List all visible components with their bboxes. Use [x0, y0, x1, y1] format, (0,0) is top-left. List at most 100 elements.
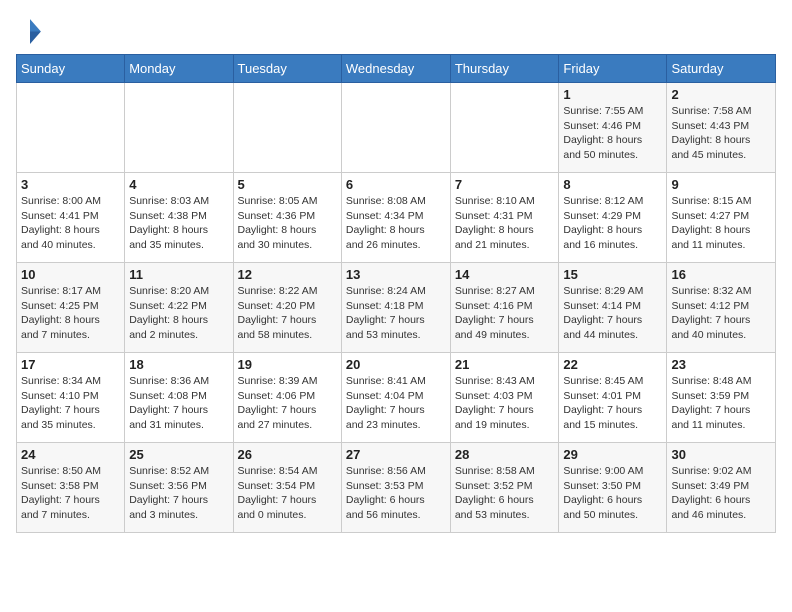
- calendar-cell: 6 Sunrise: 8:08 AM Sunset: 4:34 PM Daylig…: [341, 173, 450, 263]
- day-number: 9: [671, 177, 771, 192]
- day-info: Sunrise: 8:24 AM Sunset: 4:18 PM Dayligh…: [346, 284, 446, 343]
- day-info: Sunrise: 8:29 AM Sunset: 4:14 PM Dayligh…: [563, 284, 662, 343]
- day-number: 3: [21, 177, 120, 192]
- day-info: Sunrise: 8:34 AM Sunset: 4:10 PM Dayligh…: [21, 374, 120, 433]
- calendar-cell: 19 Sunrise: 8:39 AM Sunset: 4:06 PM Dayli…: [233, 353, 341, 443]
- day-info: Sunrise: 8:20 AM Sunset: 4:22 PM Dayligh…: [129, 284, 228, 343]
- calendar-cell: [17, 83, 125, 173]
- logo: [16, 16, 48, 44]
- day-number: 10: [21, 267, 120, 282]
- day-number: 13: [346, 267, 446, 282]
- day-info: Sunrise: 8:39 AM Sunset: 4:06 PM Dayligh…: [238, 374, 337, 433]
- day-info: Sunrise: 8:41 AM Sunset: 4:04 PM Dayligh…: [346, 374, 446, 433]
- day-number: 5: [238, 177, 337, 192]
- day-number: 22: [563, 357, 662, 372]
- calendar-cell: 5Sunrise: 8:05 AM Sunset: 4:36 PM Daylig…: [233, 173, 341, 263]
- day-info: Sunrise: 8:10 AM Sunset: 4:31 PM Dayligh…: [455, 194, 555, 253]
- day-info: Sunrise: 9:00 AM Sunset: 3:50 PM Dayligh…: [563, 464, 662, 523]
- day-number: 28: [455, 447, 555, 462]
- day-number: 23: [671, 357, 771, 372]
- weekday-header-tuesday: Tuesday: [233, 55, 341, 83]
- calendar: SundayMondayTuesdayWednesdayThursdayFrid…: [16, 54, 776, 533]
- calendar-cell: 11 Sunrise: 8:20 AM Sunset: 4:22 PM Dayli…: [125, 263, 233, 353]
- header: [16, 16, 776, 44]
- day-number: 19: [238, 357, 337, 372]
- weekday-header-wednesday: Wednesday: [341, 55, 450, 83]
- day-number: 25: [129, 447, 228, 462]
- calendar-cell: 22 Sunrise: 8:45 AM Sunset: 4:01 PM Dayli…: [559, 353, 667, 443]
- calendar-week-row: 17 Sunrise: 8:34 AM Sunset: 4:10 PM Dayli…: [17, 353, 776, 443]
- day-info: Sunrise: 8:52 AM Sunset: 3:56 PM Dayligh…: [129, 464, 228, 523]
- day-number: 8: [563, 177, 662, 192]
- calendar-cell: [233, 83, 341, 173]
- day-number: 21: [455, 357, 555, 372]
- calendar-cell: 24Sunrise: 8:50 AM Sunset: 3:58 PM Dayli…: [17, 443, 125, 533]
- calendar-cell: 4 Sunrise: 8:03 AM Sunset: 4:38 PM Daylig…: [125, 173, 233, 263]
- day-number: 15: [563, 267, 662, 282]
- day-info: Sunrise: 8:08 AM Sunset: 4:34 PM Dayligh…: [346, 194, 446, 253]
- weekday-header-row: SundayMondayTuesdayWednesdayThursdayFrid…: [17, 55, 776, 83]
- day-number: 6: [346, 177, 446, 192]
- day-info: Sunrise: 8:17 AM Sunset: 4:25 PM Dayligh…: [21, 284, 120, 343]
- day-number: 7: [455, 177, 555, 192]
- day-info: Sunrise: 8:22 AM Sunset: 4:20 PM Dayligh…: [238, 284, 337, 343]
- calendar-cell: 18 Sunrise: 8:36 AM Sunset: 4:08 PM Dayli…: [125, 353, 233, 443]
- calendar-cell: 17 Sunrise: 8:34 AM Sunset: 4:10 PM Dayli…: [17, 353, 125, 443]
- day-info: Sunrise: 8:43 AM Sunset: 4:03 PM Dayligh…: [455, 374, 555, 433]
- calendar-cell: 12 Sunrise: 8:22 AM Sunset: 4:20 PM Dayli…: [233, 263, 341, 353]
- calendar-cell: 29 Sunrise: 9:00 AM Sunset: 3:50 PM Dayli…: [559, 443, 667, 533]
- day-info: Sunrise: 8:32 AM Sunset: 4:12 PM Dayligh…: [671, 284, 771, 343]
- calendar-week-row: 3 Sunrise: 8:00 AM Sunset: 4:41 PM Daylig…: [17, 173, 776, 263]
- day-number: 4: [129, 177, 228, 192]
- day-number: 27: [346, 447, 446, 462]
- calendar-cell: 2Sunrise: 7:58 AM Sunset: 4:43 PM Daylig…: [667, 83, 776, 173]
- day-info: Sunrise: 8:58 AM Sunset: 3:52 PM Dayligh…: [455, 464, 555, 523]
- day-number: 16: [671, 267, 771, 282]
- logo-icon: [16, 16, 44, 44]
- calendar-cell: 28 Sunrise: 8:58 AM Sunset: 3:52 PM Dayli…: [450, 443, 559, 533]
- day-info: Sunrise: 9:02 AM Sunset: 3:49 PM Dayligh…: [671, 464, 771, 523]
- day-number: 14: [455, 267, 555, 282]
- day-number: 2: [671, 87, 771, 102]
- calendar-cell: 15 Sunrise: 8:29 AM Sunset: 4:14 PM Dayli…: [559, 263, 667, 353]
- day-info: Sunrise: 8:00 AM Sunset: 4:41 PM Dayligh…: [21, 194, 120, 253]
- day-info: Sunrise: 8:56 AM Sunset: 3:53 PM Dayligh…: [346, 464, 446, 523]
- calendar-cell: 23Sunrise: 8:48 AM Sunset: 3:59 PM Dayli…: [667, 353, 776, 443]
- day-info: Sunrise: 7:55 AM Sunset: 4:46 PM Dayligh…: [563, 104, 662, 163]
- day-info: Sunrise: 8:27 AM Sunset: 4:16 PM Dayligh…: [455, 284, 555, 343]
- calendar-cell: 8 Sunrise: 8:12 AM Sunset: 4:29 PM Daylig…: [559, 173, 667, 263]
- day-number: 24: [21, 447, 120, 462]
- day-info: Sunrise: 8:45 AM Sunset: 4:01 PM Dayligh…: [563, 374, 662, 433]
- day-info: Sunrise: 8:15 AM Sunset: 4:27 PM Dayligh…: [671, 194, 771, 253]
- day-number: 11: [129, 267, 228, 282]
- calendar-cell: 21 Sunrise: 8:43 AM Sunset: 4:03 PM Dayli…: [450, 353, 559, 443]
- calendar-cell: 14 Sunrise: 8:27 AM Sunset: 4:16 PM Dayli…: [450, 263, 559, 353]
- day-number: 29: [563, 447, 662, 462]
- calendar-week-row: 10 Sunrise: 8:17 AM Sunset: 4:25 PM Dayli…: [17, 263, 776, 353]
- weekday-header-saturday: Saturday: [667, 55, 776, 83]
- day-info: Sunrise: 8:03 AM Sunset: 4:38 PM Dayligh…: [129, 194, 228, 253]
- calendar-week-row: 24Sunrise: 8:50 AM Sunset: 3:58 PM Dayli…: [17, 443, 776, 533]
- calendar-cell: 3 Sunrise: 8:00 AM Sunset: 4:41 PM Daylig…: [17, 173, 125, 263]
- day-number: 18: [129, 357, 228, 372]
- calendar-cell: 30Sunrise: 9:02 AM Sunset: 3:49 PM Dayli…: [667, 443, 776, 533]
- day-info: Sunrise: 8:36 AM Sunset: 4:08 PM Dayligh…: [129, 374, 228, 433]
- day-number: 1: [563, 87, 662, 102]
- calendar-cell: 7 Sunrise: 8:10 AM Sunset: 4:31 PM Daylig…: [450, 173, 559, 263]
- calendar-cell: [341, 83, 450, 173]
- day-number: 12: [238, 267, 337, 282]
- calendar-cell: 25 Sunrise: 8:52 AM Sunset: 3:56 PM Dayli…: [125, 443, 233, 533]
- day-number: 20: [346, 357, 446, 372]
- weekday-header-friday: Friday: [559, 55, 667, 83]
- calendar-week-row: 1 Sunrise: 7:55 AM Sunset: 4:46 PM Daylig…: [17, 83, 776, 173]
- calendar-cell: 16 Sunrise: 8:32 AM Sunset: 4:12 PM Dayli…: [667, 263, 776, 353]
- day-number: 26: [238, 447, 337, 462]
- calendar-cell: 26 Sunrise: 8:54 AM Sunset: 3:54 PM Dayli…: [233, 443, 341, 533]
- calendar-cell: 20 Sunrise: 8:41 AM Sunset: 4:04 PM Dayli…: [341, 353, 450, 443]
- calendar-cell: [450, 83, 559, 173]
- day-number: 17: [21, 357, 120, 372]
- weekday-header-monday: Monday: [125, 55, 233, 83]
- day-info: Sunrise: 8:54 AM Sunset: 3:54 PM Dayligh…: [238, 464, 337, 523]
- calendar-cell: 1 Sunrise: 7:55 AM Sunset: 4:46 PM Daylig…: [559, 83, 667, 173]
- day-info: Sunrise: 8:12 AM Sunset: 4:29 PM Dayligh…: [563, 194, 662, 253]
